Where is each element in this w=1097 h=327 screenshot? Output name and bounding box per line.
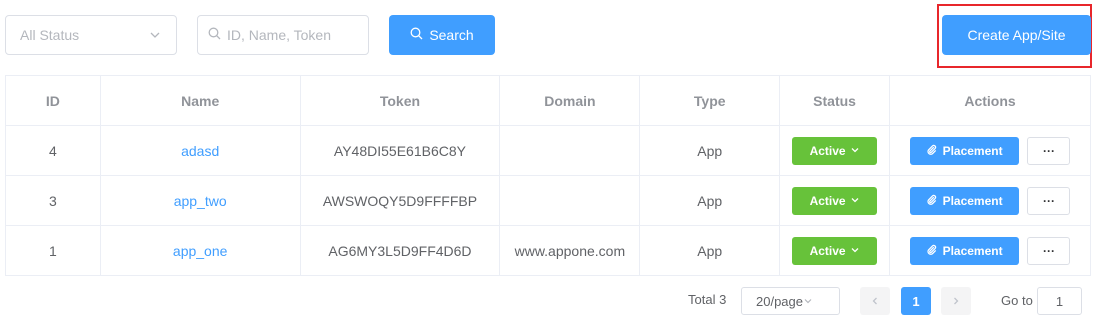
table-row: 3 app_two AWSWOQY5D9FFFFBP App Active Pl… [5,175,1091,226]
header-domain: Domain [499,75,641,126]
cell-type: App [639,125,781,176]
more-actions-button[interactable]: ··· [1027,136,1071,165]
create-app-site-button[interactable]: Create App/Site [942,15,1091,55]
placement-label: Placement [942,143,1003,158]
more-actions-button[interactable]: ··· [1027,186,1071,215]
header-type: Type [639,75,781,126]
search-input[interactable] [227,27,357,43]
cell-id: 3 [5,175,101,226]
status-label: Active [809,193,846,208]
next-page-button[interactable] [941,287,971,315]
goto-label: Go to [1001,293,1033,308]
status-filter-select[interactable]: All Status [5,15,177,55]
status-label: Active [809,143,846,158]
apps-table: ID Name Token Domain Type Status Actions… [5,75,1091,276]
header-token: Token [299,75,501,126]
chevron-down-icon [148,28,162,42]
page-number-button[interactable]: 1 [901,287,931,315]
status-filter-placeholder: All Status [20,27,80,43]
cell-type: App [639,175,781,226]
search-field[interactable] [197,15,369,55]
table-header-row: ID Name Token Domain Type Status Actions [5,75,1091,126]
status-dropdown-button[interactable]: Active [792,186,878,215]
status-dropdown-button[interactable]: Active [792,236,878,265]
cell-token: AWSWOQY5D9FFFFBP [299,175,501,226]
header-name: Name [99,75,301,126]
cell-type: App [639,225,781,276]
cell-id: 4 [5,125,101,176]
cell-domain: www.appone.com [499,225,641,276]
chevron-down-icon [803,294,831,309]
header-actions: Actions [889,75,1091,126]
cell-id: 1 [5,225,101,276]
search-button[interactable]: Search [389,15,495,55]
more-actions-button[interactable]: ··· [1027,236,1071,265]
status-dropdown-button[interactable]: Active [792,136,878,165]
cell-token: AG6MY3L5D9FF4D6D [299,225,501,276]
placement-button[interactable]: Placement [909,136,1019,165]
cell-token: AY48DI55E61B6C8Y [299,125,501,176]
search-icon [208,27,221,43]
search-button-label: Search [429,27,474,43]
chevron-down-icon [846,194,860,208]
page-size-select[interactable]: 20/page [741,287,840,315]
chevron-down-icon [846,144,860,158]
chevron-left-icon [870,294,880,309]
goto-page-input[interactable] [1037,287,1082,315]
placement-button[interactable]: Placement [909,186,1019,215]
placement-label: Placement [942,193,1003,208]
paperclip-icon [926,244,943,258]
table-row: 1 app_one AG6MY3L5D9FF4D6D www.appone.co… [5,225,1091,276]
chevron-right-icon [951,294,961,309]
placement-button[interactable]: Placement [909,236,1019,265]
paperclip-icon [926,144,943,158]
cell-domain [499,125,641,176]
placement-label: Placement [942,243,1003,258]
app-name-link[interactable]: app_one [173,243,228,259]
app-name-link[interactable]: app_two [174,193,227,209]
cell-domain [499,175,641,226]
pagination-total: Total 3 [688,292,727,307]
table-row: 4 adasd AY48DI55E61B6C8Y App Active Plac… [5,125,1091,176]
prev-page-button[interactable] [860,287,890,315]
header-status: Status [779,75,891,126]
header-id: ID [5,75,101,126]
page-size-value: 20/page [756,293,803,309]
status-label: Active [809,243,846,258]
chevron-down-icon [846,244,860,258]
search-icon [410,27,429,43]
app-name-link[interactable]: adasd [181,143,219,159]
paperclip-icon [926,194,943,208]
